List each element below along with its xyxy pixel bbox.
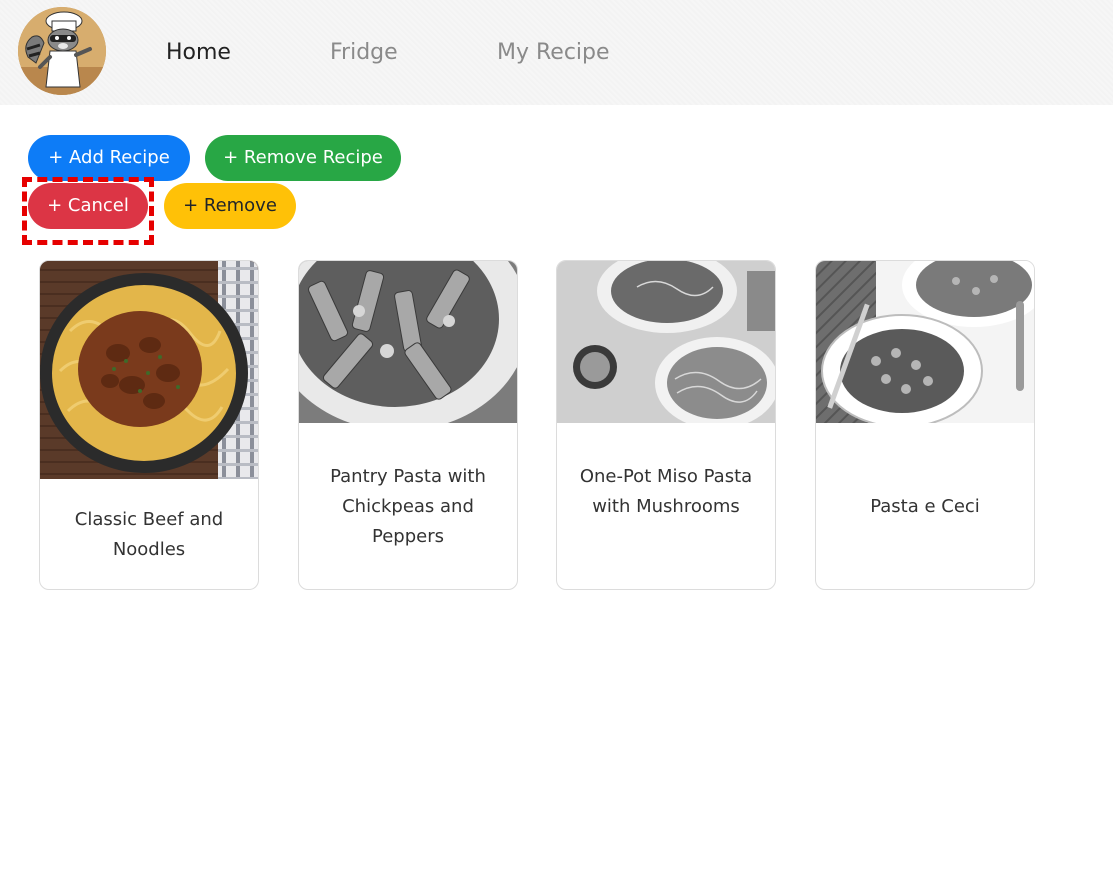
raccoon-chef-logo[interactable] [18,7,106,95]
add-recipe-button[interactable]: + Add Recipe [28,135,190,181]
recipe-image [816,261,1034,423]
recipe-image [557,261,775,423]
recipe-image [40,261,258,479]
nav-link-fridge[interactable]: Fridge [330,38,398,68]
recipe-image [299,261,517,423]
remove-recipe-button[interactable]: + Remove Recipe [205,135,401,181]
top-navbar: Home Fridge My Recipe [0,0,1113,105]
recipe-card[interactable]: One-Pot Miso Pasta with Mushrooms [556,260,776,590]
recipe-title: Pasta e Ceci [870,496,980,517]
recipe-title: Pantry Pasta with Chickpeas and Peppers [330,466,486,547]
raccoon-chef-icon [18,7,106,95]
nav-link-my-recipe[interactable]: My Recipe [497,38,610,68]
recipe-card[interactable]: Pasta e Ceci [815,260,1035,590]
recipe-title: One-Pot Miso Pasta with Mushrooms [579,466,753,517]
remove-button[interactable]: + Remove [164,183,296,229]
nav-link-home[interactable]: Home [166,38,231,68]
recipe-card[interactable]: Classic Beef and Noodles [39,260,259,590]
cancel-button[interactable]: + Cancel [28,183,148,229]
recipe-title: Classic Beef and Noodles [74,509,224,560]
recipe-card[interactable]: Pantry Pasta with Chickpeas and Peppers [298,260,518,590]
